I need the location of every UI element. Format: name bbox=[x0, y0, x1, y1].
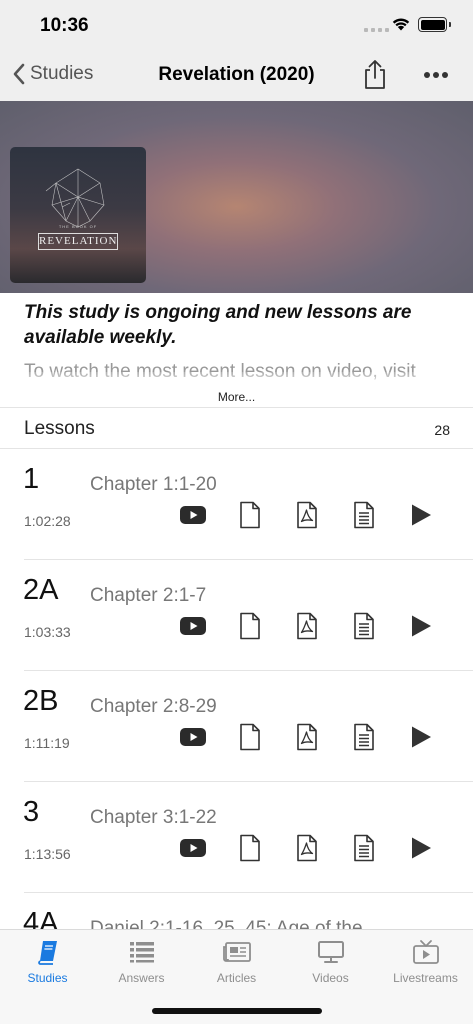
list-icon bbox=[129, 941, 154, 962]
pdf-button[interactable] bbox=[291, 721, 323, 753]
lesson-duration: 1:13:56 bbox=[24, 846, 71, 862]
lesson-number: 2A bbox=[23, 574, 59, 606]
wifi-icon bbox=[392, 18, 410, 31]
youtube-button[interactable] bbox=[177, 499, 209, 531]
home-indicator bbox=[152, 1008, 322, 1014]
document-button[interactable] bbox=[234, 610, 266, 642]
play-button[interactable] bbox=[405, 610, 437, 642]
lesson-duration: 1:11:19 bbox=[24, 735, 70, 751]
pdf-icon bbox=[297, 612, 317, 640]
play-icon bbox=[412, 726, 431, 748]
document-icon bbox=[240, 723, 260, 751]
tab-answers-label: Answers bbox=[118, 971, 165, 985]
lesson-row[interactable]: 2A Chapter 2:1-7 1:03:33 bbox=[0, 560, 473, 671]
play-icon bbox=[412, 504, 431, 526]
lesson-number: 3 bbox=[23, 796, 40, 828]
navigation-bar: Studies Revelation (2020) bbox=[0, 50, 473, 101]
share-icon bbox=[365, 60, 385, 89]
cover-subtitle: THE BOOK OF bbox=[58, 224, 98, 229]
lesson-title: Chapter 2:8-29 bbox=[90, 696, 217, 717]
back-button-label: Studies bbox=[30, 63, 94, 84]
study-hero-banner: THE BOOK OF REVELATION bbox=[0, 101, 473, 293]
lesson-duration: 1:03:33 bbox=[24, 624, 71, 640]
tab-livestreams-label: Livestreams bbox=[393, 971, 458, 985]
youtube-icon bbox=[180, 839, 206, 857]
notes-icon bbox=[354, 723, 374, 751]
play-button[interactable] bbox=[405, 721, 437, 753]
tv-play-icon bbox=[412, 939, 439, 964]
notes-button[interactable] bbox=[348, 832, 380, 864]
notes-icon bbox=[354, 834, 374, 862]
tab-studies[interactable]: Studies bbox=[0, 938, 95, 985]
more-description-link[interactable]: More... bbox=[0, 390, 473, 404]
youtube-icon bbox=[180, 617, 206, 635]
tab-livestreams[interactable]: Livestreams bbox=[378, 938, 473, 985]
lion-geometric-illustration bbox=[45, 168, 105, 228]
play-button[interactable] bbox=[405, 832, 437, 864]
tab-videos-label: Videos bbox=[312, 971, 349, 985]
status-time: 10:36 bbox=[40, 15, 89, 36]
youtube-icon bbox=[180, 728, 206, 746]
lesson-number: 2B bbox=[23, 685, 59, 717]
youtube-button[interactable] bbox=[177, 832, 209, 864]
document-icon bbox=[240, 501, 260, 529]
lessons-count: 28 bbox=[434, 422, 450, 438]
tab-articles[interactable]: Articles bbox=[189, 938, 284, 985]
cover-title: REVELATION bbox=[38, 233, 118, 250]
lessons-header-label: Lessons bbox=[24, 418, 95, 439]
play-button[interactable] bbox=[405, 499, 437, 531]
notes-button[interactable] bbox=[348, 499, 380, 531]
document-icon bbox=[240, 834, 260, 862]
status-bar: 10:36 bbox=[0, 0, 473, 50]
document-button[interactable] bbox=[234, 499, 266, 531]
chevron-left-icon bbox=[13, 63, 25, 85]
ellipsis-icon bbox=[424, 72, 430, 78]
battery-icon bbox=[418, 17, 451, 32]
monitor-icon bbox=[317, 940, 344, 963]
cellular-signal-icon bbox=[364, 28, 389, 32]
play-icon bbox=[412, 615, 431, 637]
youtube-button[interactable] bbox=[177, 610, 209, 642]
lesson-title: Chapter 3:1-22 bbox=[90, 807, 217, 828]
notes-button[interactable] bbox=[348, 610, 380, 642]
newspaper-icon bbox=[222, 941, 251, 962]
lesson-row[interactable]: 2B Chapter 2:8-29 1:11:19 bbox=[0, 671, 473, 782]
play-icon bbox=[412, 837, 431, 859]
book-icon bbox=[37, 940, 57, 965]
document-button[interactable] bbox=[234, 832, 266, 864]
study-cover-image: THE BOOK OF REVELATION bbox=[10, 147, 146, 283]
pdf-icon bbox=[297, 834, 317, 862]
share-button[interactable] bbox=[361, 58, 389, 95]
document-icon bbox=[240, 612, 260, 640]
notes-button[interactable] bbox=[348, 721, 380, 753]
description-fade-overlay bbox=[0, 372, 473, 390]
notes-icon bbox=[354, 501, 374, 529]
study-status-text: This study is ongoing and new lessons ar… bbox=[24, 302, 412, 348]
tab-studies-label: Studies bbox=[27, 971, 68, 985]
notes-icon bbox=[354, 612, 374, 640]
pdf-button[interactable] bbox=[291, 610, 323, 642]
back-button[interactable]: Studies bbox=[12, 62, 93, 86]
pdf-icon bbox=[297, 501, 317, 529]
lesson-title: Chapter 1:1-20 bbox=[90, 474, 217, 495]
lesson-title: Chapter 2:1-7 bbox=[90, 585, 207, 606]
more-options-button[interactable] bbox=[424, 72, 448, 78]
pdf-button[interactable] bbox=[291, 499, 323, 531]
youtube-button[interactable] bbox=[177, 721, 209, 753]
pdf-icon bbox=[297, 723, 317, 751]
tab-articles-label: Articles bbox=[216, 971, 257, 985]
lesson-number: 1 bbox=[23, 463, 40, 495]
divider bbox=[0, 407, 473, 408]
youtube-icon bbox=[180, 506, 206, 524]
lesson-row[interactable]: 1 Chapter 1:1-20 1:02:28 bbox=[0, 449, 473, 560]
lesson-row[interactable]: 3 Chapter 3:1-22 1:13:56 bbox=[0, 782, 473, 893]
lesson-duration: 1:02:28 bbox=[24, 513, 71, 529]
tab-videos[interactable]: Videos bbox=[283, 938, 378, 985]
tab-answers[interactable]: Answers bbox=[94, 938, 189, 985]
pdf-button[interactable] bbox=[291, 832, 323, 864]
document-button[interactable] bbox=[234, 721, 266, 753]
